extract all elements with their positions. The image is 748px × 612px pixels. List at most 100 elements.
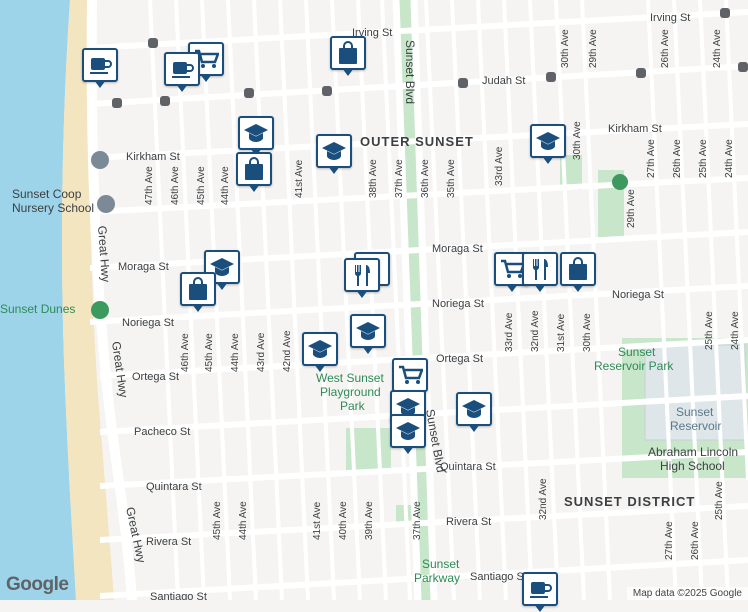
- place-marker[interactable]: [236, 152, 272, 192]
- place-marker[interactable]: [560, 252, 596, 292]
- ave-label-36th: 36th Ave: [420, 159, 431, 198]
- ave-label-37th: 37th Ave: [394, 159, 405, 198]
- marker-pointer: [176, 84, 188, 92]
- ave-label-30th-s: 30th Ave: [582, 313, 593, 352]
- place-marker[interactable]: [330, 36, 366, 76]
- transit-stop-icon: [636, 68, 646, 78]
- place-marker[interactable]: [350, 314, 386, 354]
- poi-reservoir-line2: Reservoir: [670, 419, 721, 433]
- ave-label-44th-s: 44th Ave: [230, 333, 241, 372]
- street-label-kirkham-2: Kirkham St: [608, 123, 662, 135]
- ave-label-27th-ss: 27th Ave: [664, 521, 675, 560]
- ave-label-32nd-s: 32nd Ave: [530, 310, 541, 352]
- ave-label-25th-ms: 25th Ave: [704, 311, 715, 350]
- transit-stop-icon: [738, 62, 748, 72]
- ave-label-45th-ss: 45th Ave: [212, 501, 223, 540]
- shopping-bag-icon: [236, 152, 272, 186]
- school-icon: [302, 332, 338, 366]
- park-poi-icon[interactable]: [91, 301, 109, 319]
- poi-reservoir-line1: Sunset: [676, 405, 714, 419]
- poi-sunset-coop-line2: Nursery School: [12, 201, 94, 215]
- transit-stop-icon: [148, 38, 158, 48]
- ave-label-24th: 24th Ave: [724, 139, 735, 178]
- poi-lincoln-line2: High School: [660, 459, 725, 473]
- ave-label-44th-ss: 44th Ave: [238, 501, 249, 540]
- street-label-santiago-2: Santiago St: [470, 571, 527, 583]
- marker-pointer: [534, 604, 546, 612]
- marker-pointer: [468, 424, 480, 432]
- marker-pointer: [328, 166, 340, 174]
- street-label-ortega-1: Ortega St: [132, 371, 179, 383]
- street-label-quintara-2: Quintara St: [440, 461, 496, 473]
- ave-label-41st: 41st Ave: [294, 159, 305, 198]
- marker-pointer: [506, 284, 518, 292]
- poi-west-sunset-line2: Playground: [320, 385, 381, 399]
- ave-label-37th-ss: 37th Ave: [412, 501, 423, 540]
- ave-label-45th-s: 45th Ave: [204, 333, 215, 372]
- poi-sunset-coop-line1: Sunset Coop: [12, 187, 82, 201]
- shopping-bag-icon: [180, 272, 216, 306]
- poi-sunset-dunes: Sunset Dunes: [0, 302, 75, 316]
- place-marker[interactable]: [390, 414, 426, 454]
- ave-label-29th-n: 29th Ave: [588, 29, 599, 68]
- street-label-santiago-1: Santiago St: [150, 591, 207, 600]
- coffee-icon: [522, 572, 558, 606]
- school-icon: [530, 124, 566, 158]
- google-logo[interactable]: Google: [6, 574, 69, 596]
- place-marker[interactable]: [456, 392, 492, 432]
- place-marker[interactable]: [522, 572, 558, 612]
- place-marker[interactable]: [344, 258, 380, 298]
- coffee-icon: [164, 52, 200, 86]
- restaurant-icon: [522, 252, 558, 286]
- poi-sunset-reservoir-park-line2: Reservoir Park: [594, 359, 674, 373]
- school-poi-icon[interactable]: [91, 151, 109, 169]
- marker-pointer: [572, 284, 584, 292]
- map-canvas[interactable]: Irving St Irving St Judah St Kirkham St …: [0, 0, 748, 600]
- transit-stop-icon: [112, 98, 122, 108]
- ave-label-27th: 27th Ave: [646, 139, 657, 178]
- marker-pointer: [356, 290, 368, 298]
- ave-label-30th: 30th Ave: [572, 121, 583, 160]
- street-label-ortega-2: Ortega St: [436, 353, 483, 365]
- place-marker[interactable]: [238, 116, 274, 156]
- shopping-cart-icon: [392, 358, 428, 392]
- ave-label-35th: 35th Ave: [446, 159, 457, 198]
- school-poi-icon[interactable]: [97, 195, 115, 213]
- ave-label-42nd: 42nd Ave: [282, 330, 293, 372]
- street-label-noriega-3: Noriega St: [612, 289, 664, 301]
- marker-pointer: [342, 68, 354, 76]
- area-label-sunset-district: SUNSET DISTRICT: [564, 494, 695, 509]
- ave-label-45th: 45th Ave: [196, 166, 207, 205]
- map-attribution[interactable]: Map data ©2025 Google: [626, 587, 748, 600]
- ave-label-46th: 46th Ave: [170, 166, 181, 205]
- ave-label-44th: 44th Ave: [220, 166, 231, 205]
- school-icon: [238, 116, 274, 150]
- place-marker[interactable]: [164, 52, 200, 92]
- street-label-rivera-1: Rivera St: [146, 536, 191, 548]
- street-label-irving-1: Irving St: [650, 12, 690, 24]
- poi-west-sunset-line3: Park: [340, 399, 366, 413]
- map-pin-icon[interactable]: [612, 174, 628, 190]
- marker-pointer: [402, 446, 414, 454]
- area-label-outer-sunset: OUTER SUNSET: [360, 134, 474, 149]
- transit-stop-icon: [720, 8, 730, 18]
- transit-stop-icon: [458, 78, 468, 88]
- street-label-moraga-2: Moraga St: [432, 243, 483, 255]
- ave-label-24th-ms: 24th Ave: [730, 311, 741, 350]
- place-marker[interactable]: [530, 124, 566, 164]
- place-marker[interactable]: [82, 48, 118, 88]
- street-label-noriega-2: Noriega St: [432, 298, 484, 310]
- marker-pointer: [192, 304, 204, 312]
- ave-label-24th-n: 24th Ave: [712, 29, 723, 68]
- place-marker[interactable]: [316, 134, 352, 174]
- ave-label-47th: 47th Ave: [144, 166, 155, 205]
- ave-label-25th: 25th Ave: [698, 139, 709, 178]
- poi-lincoln-line1: Abraham Lincoln: [648, 445, 738, 459]
- place-marker[interactable]: [302, 332, 338, 372]
- place-marker[interactable]: [180, 272, 216, 312]
- street-label-rivera-2: Rivera St: [446, 516, 491, 528]
- place-marker[interactable]: [522, 252, 558, 292]
- sunset-blvd-label-1: Sunset Blvd: [403, 40, 417, 104]
- ave-label-31st-s: 31st Ave: [556, 313, 567, 352]
- transit-stop-icon: [244, 88, 254, 98]
